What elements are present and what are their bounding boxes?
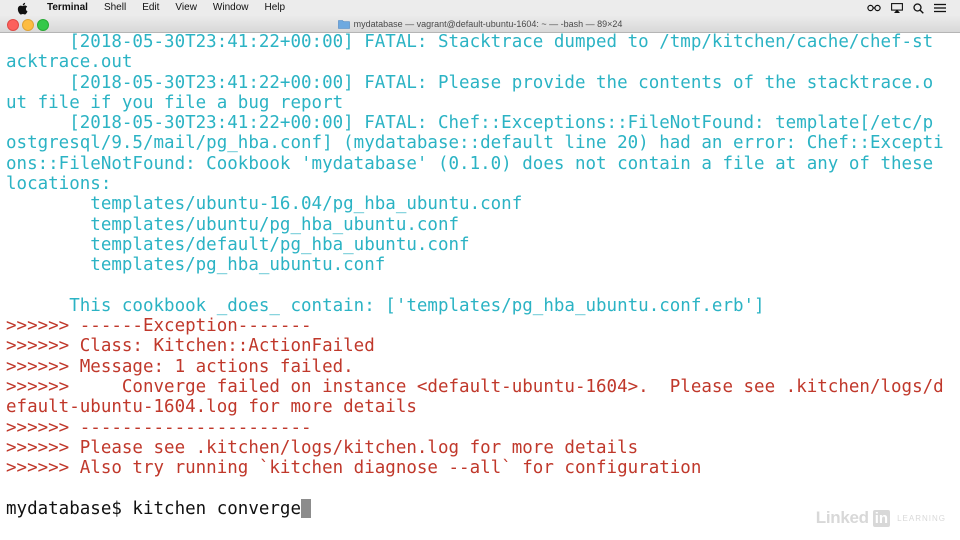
- menu-app-terminal[interactable]: Terminal: [39, 0, 96, 16]
- menu-edit[interactable]: Edit: [134, 0, 167, 16]
- logo-sub: LEARNING: [897, 513, 946, 523]
- terminal-line: [2018-05-30T23:41:22+00:00] FATAL: Pleas…: [6, 72, 934, 93]
- terminal-line: >>>>>> ----------------------: [6, 417, 312, 438]
- terminal-line: [2018-05-30T23:41:22+00:00] FATAL: Stack…: [6, 33, 934, 52]
- terminal-line: >>>>>> Also try running `kitchen diagnos…: [6, 458, 702, 479]
- menu-window[interactable]: Window: [205, 0, 257, 16]
- linkedin-learning-logo: Linked in LEARNING: [816, 508, 946, 528]
- terminal-line: [2018-05-30T23:41:22+00:00] FATAL: Chef:…: [6, 113, 934, 134]
- window-title: mydatabase — vagrant@default-ubuntu-1604…: [353, 19, 623, 29]
- terminal-line: locations:: [6, 174, 112, 195]
- glasses-icon[interactable]: [867, 3, 881, 13]
- folder-icon: [337, 20, 350, 29]
- menu-view[interactable]: View: [167, 0, 205, 16]
- terminal-line: >>>>>> Message: 1 actions failed.: [6, 356, 354, 377]
- terminal-line: ut file if you file a bug report: [6, 92, 344, 113]
- menu-list-icon[interactable]: [934, 3, 946, 13]
- terminal-line: templates/pg_hba_ubuntu.conf: [6, 255, 386, 276]
- search-icon[interactable]: [913, 2, 924, 14]
- terminal-line: templates/ubuntu/pg_hba_ubuntu.conf: [6, 214, 460, 235]
- apple-menu-icon[interactable]: [16, 2, 29, 15]
- terminal-line: This cookbook _does_ contain: ['template…: [6, 295, 765, 316]
- airplay-icon[interactable]: [891, 3, 903, 13]
- text-cursor: [301, 498, 312, 518]
- terminal-view[interactable]: [2018-05-30T23:41:22+00:00] FATAL: Stack…: [0, 33, 960, 540]
- prompt-command: mydatabase$ kitchen converge: [6, 498, 302, 519]
- terminal-line: ostgresql/9.5/mail/pg_hba.conf] (mydatab…: [6, 133, 944, 154]
- terminal-line: efault-ubuntu-1604.log for more details: [6, 397, 417, 418]
- menu-shell[interactable]: Shell: [96, 0, 134, 16]
- terminal-output: [2018-05-30T23:41:22+00:00] FATAL: Stack…: [6, 33, 946, 519]
- window-title-wrap: mydatabase — vagrant@default-ubuntu-1604…: [0, 16, 960, 32]
- menu-bar: Terminal Shell Edit View Window Help: [0, 0, 960, 17]
- logo-word: Linked: [815, 508, 869, 527]
- logo-box: in: [872, 509, 891, 527]
- terminal-line: >>>>>> Class: Kitchen::ActionFailed: [6, 336, 375, 357]
- terminal-line: ons::FileNotFound: Cookbook 'mydatabase'…: [6, 153, 934, 174]
- menubar-status-icons: [867, 0, 946, 16]
- terminal-line: templates/ubuntu-16.04/pg_hba_ubuntu.con…: [6, 194, 523, 215]
- terminal-line: templates/default/pg_hba_ubuntu.conf: [6, 234, 470, 255]
- scrollbar[interactable]: [952, 69, 956, 539]
- window-title-bar[interactable]: mydatabase — vagrant@default-ubuntu-1604…: [0, 16, 960, 33]
- terminal-line: >>>>>> Converge failed on instance <defa…: [6, 377, 944, 398]
- terminal-line: acktrace.out: [6, 52, 133, 73]
- terminal-line: >>>>>> Please see .kitchen/logs/kitchen.…: [6, 437, 639, 458]
- terminal-prompt-line[interactable]: mydatabase$ kitchen converge: [6, 498, 946, 519]
- terminal-line: >>>>>> ------Exception-------: [6, 316, 312, 337]
- menu-help[interactable]: Help: [257, 0, 294, 16]
